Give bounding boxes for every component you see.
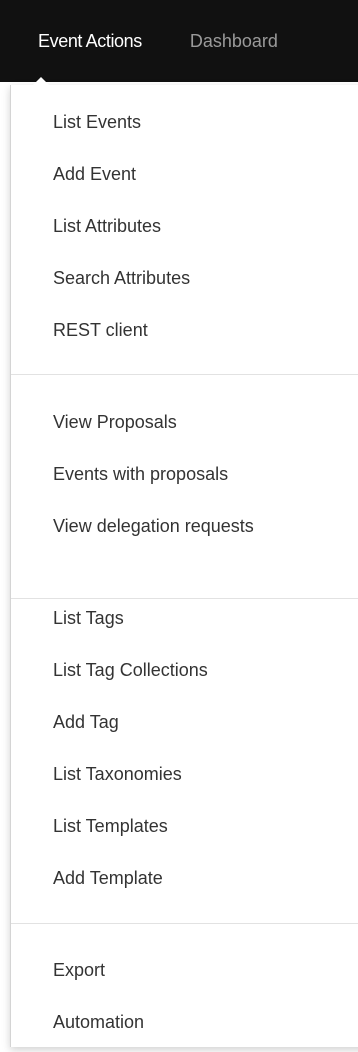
dropdown-caret [33,77,49,85]
menu-item-search-attributes[interactable]: Search Attributes [53,267,190,289]
menu-item-automation[interactable]: Automation [53,1011,144,1033]
menu-item-list-attributes[interactable]: List Attributes [53,215,161,237]
menu-item-view-delegation-requests[interactable]: View delegation requests [53,515,254,537]
menu-divider [11,598,358,599]
menu-item-list-tag-collections[interactable]: List Tag Collections [53,659,208,681]
menu-item-view-proposals[interactable]: View Proposals [53,411,177,433]
nav-tab-dashboard[interactable]: Dashboard [190,31,278,52]
top-navbar: Event Actions Dashboard [0,0,358,82]
menu-item-add-event[interactable]: Add Event [53,163,136,185]
event-actions-dropdown-menu: List Events Add Event List Attributes Se… [10,77,358,1047]
menu-item-list-events[interactable]: List Events [53,111,141,133]
menu-divider [11,923,358,924]
menu-divider [11,374,358,375]
nav-tab-event-actions[interactable]: Event Actions [38,31,142,52]
menu-item-list-taxonomies[interactable]: List Taxonomies [53,763,182,785]
menu-item-events-with-proposals[interactable]: Events with proposals [53,463,228,485]
menu-item-list-templates[interactable]: List Templates [53,815,168,837]
menu-item-list-tags[interactable]: List Tags [53,607,124,629]
menu-item-add-tag[interactable]: Add Tag [53,711,119,733]
menu-item-add-template[interactable]: Add Template [53,867,163,889]
menu-item-export[interactable]: Export [53,959,105,981]
menu-item-rest-client[interactable]: REST client [53,319,148,341]
